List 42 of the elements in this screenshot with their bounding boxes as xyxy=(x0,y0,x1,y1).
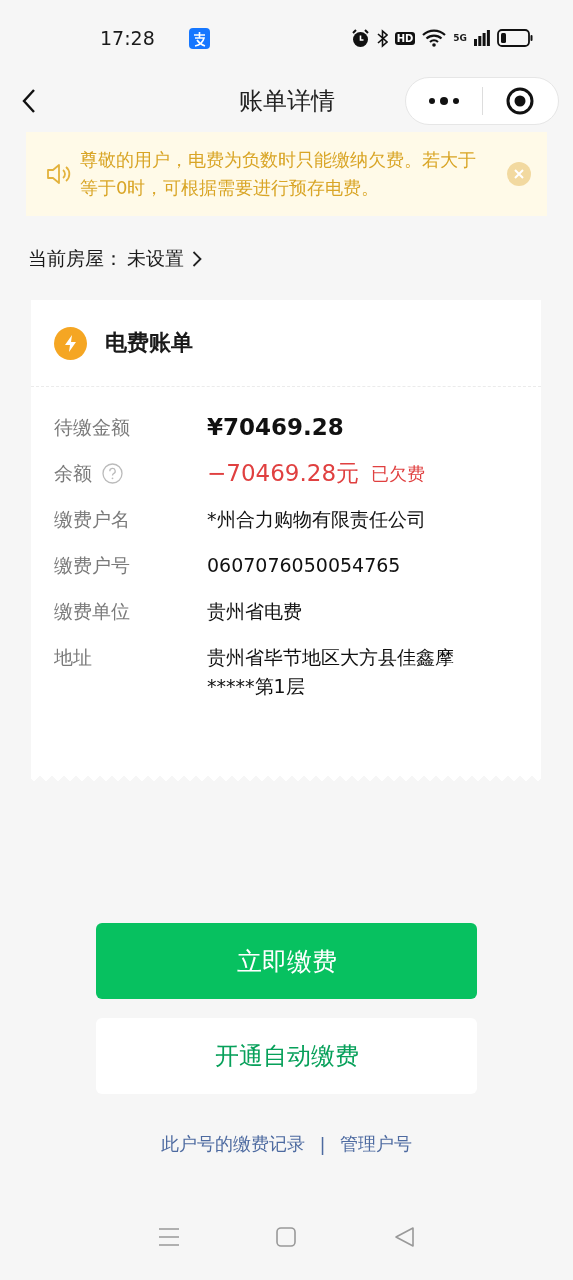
field-value: 贵州省毕节地区大方县佳鑫摩*****第1层 xyxy=(207,645,455,699)
bluetooth-icon xyxy=(376,28,388,48)
signal-icon xyxy=(474,30,490,46)
wifi-icon xyxy=(422,29,447,47)
notice-text: 尊敬的用户，电费为负数时只能缴纳欠费。若大于等于0时，可根据需要进行预存电费。 xyxy=(80,148,477,200)
field-value: *州合力购物有限责任公司 xyxy=(207,507,426,532)
back-icon[interactable] xyxy=(22,88,36,114)
balance-value: −70469.28元 xyxy=(207,459,359,488)
field-label: 缴费单位 xyxy=(54,599,130,624)
network-label: 5G xyxy=(453,33,467,43)
auto-pay-button[interactable]: 开通自动缴费 xyxy=(96,1018,477,1094)
field-label: 地址 xyxy=(54,645,92,670)
field-label: 余额 xyxy=(54,461,92,486)
alarm-icon xyxy=(350,28,370,48)
field-label: 缴费户名 xyxy=(54,507,130,532)
target-icon xyxy=(506,87,535,115)
menu-icon[interactable] xyxy=(157,1226,180,1248)
clock: 17:28 xyxy=(100,27,155,49)
more-icon xyxy=(427,96,460,106)
home-icon[interactable] xyxy=(275,1226,298,1248)
page-title: 账单详情 xyxy=(238,86,335,117)
help-icon[interactable] xyxy=(102,463,123,484)
house-selector[interactable]: 未设置 xyxy=(127,246,202,272)
close-button[interactable] xyxy=(507,162,531,186)
speaker-icon xyxy=(46,162,72,186)
field-value: 0607076050054765 xyxy=(207,553,401,578)
house-label: 当前房屋： xyxy=(28,246,123,271)
back-nav-icon[interactable] xyxy=(393,1226,416,1248)
field-label: 缴费户号 xyxy=(54,553,130,578)
app-icon xyxy=(188,27,210,49)
battery-icon xyxy=(497,29,533,47)
card-title: 电费账单 xyxy=(105,329,193,357)
amount-due: ¥70469.28 xyxy=(207,413,344,442)
field-value: 贵州省电费 xyxy=(207,599,302,624)
hd-badge: HD xyxy=(394,31,416,45)
manage-account-link[interactable]: 管理户号 xyxy=(339,1132,412,1156)
arrears-status: 已欠费 xyxy=(371,462,425,486)
lightning-icon xyxy=(54,326,87,360)
link-separator: | xyxy=(319,1133,326,1155)
payment-history-link[interactable]: 此户号的缴费记录 xyxy=(161,1132,306,1156)
field-label: 待缴金额 xyxy=(54,415,130,440)
chevron-right-icon xyxy=(192,250,202,268)
